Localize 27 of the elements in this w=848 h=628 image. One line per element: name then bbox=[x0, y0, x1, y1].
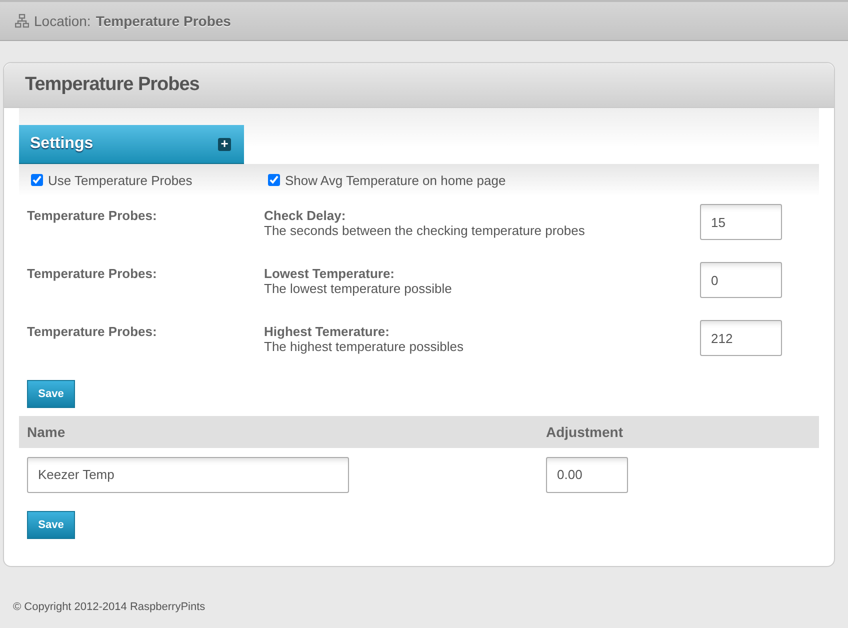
location-label: Location: bbox=[34, 13, 91, 29]
checkbox-label: Show Avg Temperature on home page bbox=[285, 172, 506, 188]
setting-group: Temperature Probes: bbox=[19, 208, 264, 254]
setting-group: Temperature Probes: bbox=[19, 324, 264, 370]
setting-description: The highest temperature possibles bbox=[264, 339, 464, 354]
sitemap-icon bbox=[15, 14, 29, 28]
input-field[interactable]: 15 bbox=[700, 204, 782, 240]
settings-title: Settings bbox=[30, 135, 94, 153]
setting-description: The lowest temperature possible bbox=[264, 281, 453, 296]
column-header: Name bbox=[26, 424, 66, 440]
setting-name: Lowest Temperature: bbox=[264, 266, 396, 281]
setting-description: The seconds between the checking temperature probes bbox=[264, 223, 586, 238]
checkbox-label: Use Temperature Probes bbox=[48, 172, 192, 188]
expand-button[interactable]: + bbox=[218, 138, 231, 150]
location-page: Temperature Probes bbox=[96, 13, 231, 29]
copyright-text: © Copyright 2012-2014 RaspberryPints bbox=[12, 600, 206, 613]
checkbox[interactable] bbox=[31, 174, 43, 186]
input-field[interactable]: 0 bbox=[700, 262, 782, 298]
name-field[interactable]: Keezer Temp bbox=[27, 456, 349, 492]
setting-group: Temperature Probes: bbox=[19, 266, 264, 312]
column-header: Adjustment bbox=[546, 424, 623, 440]
checkbox[interactable] bbox=[268, 174, 280, 186]
input-field[interactable]: 212 bbox=[700, 320, 782, 356]
setting-name: Check Delay: bbox=[264, 208, 347, 223]
setting-name: Highest Temerature: bbox=[264, 324, 390, 339]
adjustment-field[interactable]: 0.00 bbox=[546, 456, 628, 492]
panel-title: Temperature Probes bbox=[25, 74, 200, 96]
